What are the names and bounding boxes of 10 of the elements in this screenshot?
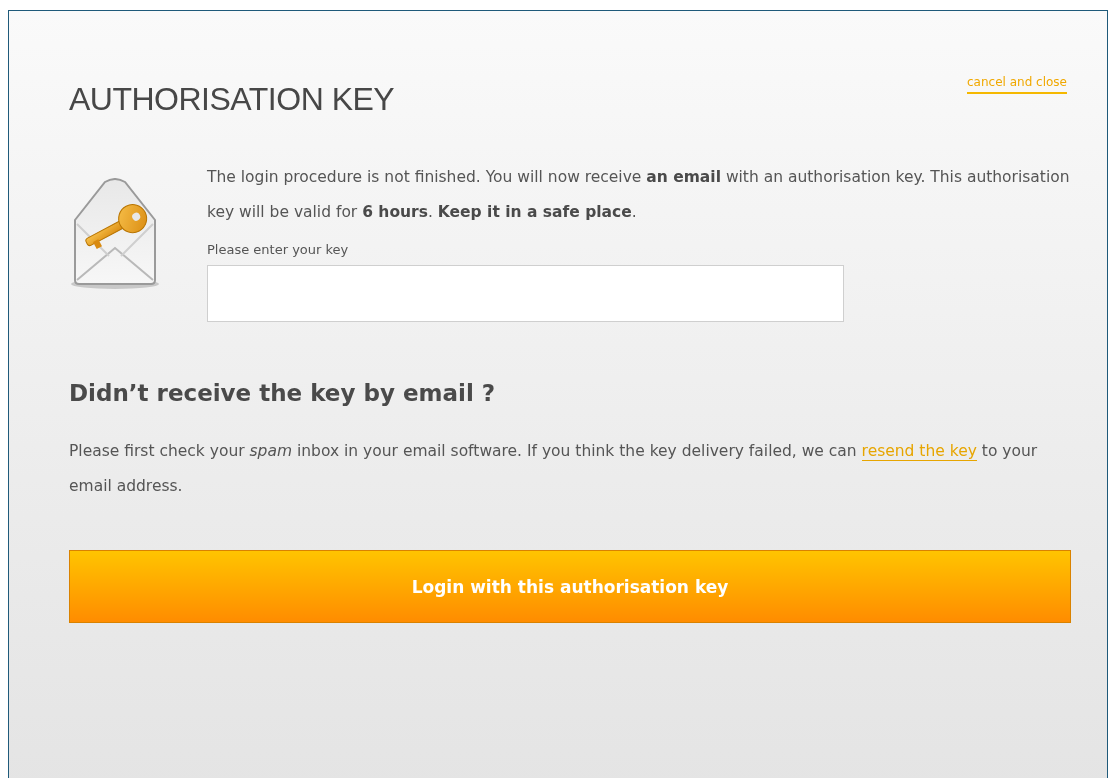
envelope-key-icon	[69, 178, 161, 290]
help-heading: Didn’t receive the key by email ?	[69, 380, 497, 406]
cancel-link[interactable]: cancel and close	[967, 75, 1067, 94]
info-message: The login procedure is not finished. You will now receive an email with an authorisation key. This authorisation key will be valid for 6 hours. Keep it in a safe place.	[207, 167, 1071, 223]
key-field-label: Please enter your key	[207, 242, 349, 257]
help-message: Please first check your spam inbox in your email software. If you think the key delivery failed, we can resend the key to your email address.	[69, 441, 1039, 497]
dialog-title: AUTHORISATION KEY	[69, 81, 395, 118]
key-input-field[interactable]	[207, 265, 844, 322]
resend-key-link[interactable]: resend the key	[861, 442, 977, 461]
login-button[interactable]: Login with this authorisation key	[69, 550, 1071, 623]
